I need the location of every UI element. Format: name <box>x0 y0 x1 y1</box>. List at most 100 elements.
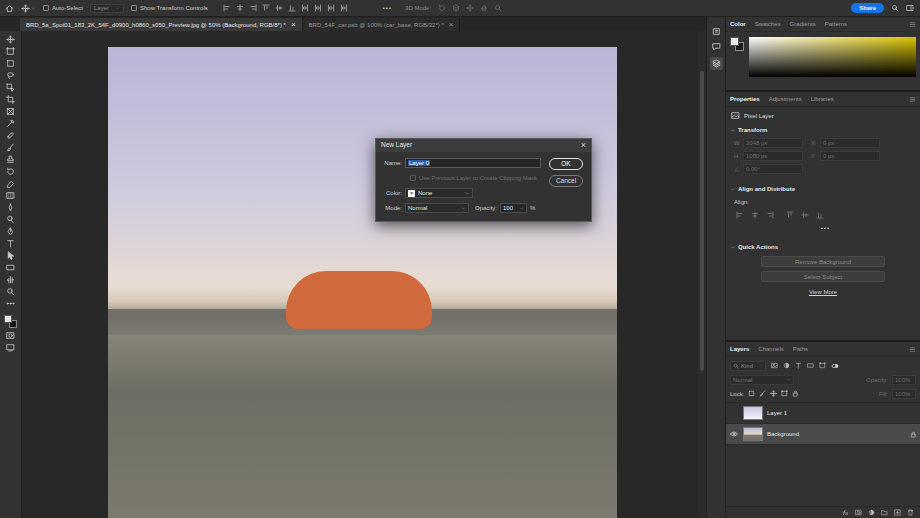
close-tab-button[interactable]: × <box>291 21 296 29</box>
close-tab-button[interactable]: × <box>449 21 454 29</box>
align-icon[interactable] <box>786 211 794 219</box>
scrollbar-thumb[interactable] <box>700 71 704 371</box>
vertical-scrollbar[interactable] <box>698 31 706 518</box>
checkbox[interactable] <box>43 5 49 11</box>
more-tools-icon[interactable] <box>6 299 15 308</box>
filter-rect-icon[interactable] <box>807 362 814 369</box>
chevron-down-icon[interactable] <box>730 128 735 133</box>
panel-tab[interactable]: Swatches <box>755 21 781 27</box>
3d-hand-icon[interactable] <box>480 4 488 12</box>
eraser-tool-icon[interactable] <box>6 179 15 188</box>
checkbox[interactable] <box>131 5 137 11</box>
more-options-button[interactable]: ••• <box>383 5 392 11</box>
history-panel-icon[interactable] <box>712 27 721 36</box>
layer-row[interactable]: Background <box>726 424 920 445</box>
comments-panel-icon[interactable] <box>712 42 721 51</box>
rectangle-tool-icon[interactable] <box>6 263 15 272</box>
foreground-color-swatch[interactable] <box>730 37 739 46</box>
filter-typet-icon[interactable] <box>795 362 802 369</box>
clone-stamp-tool-icon[interactable] <box>6 155 15 164</box>
layer-row[interactable]: Layer 1 <box>726 403 920 424</box>
tool-preset-picker[interactable] <box>21 4 36 13</box>
panel-menu-icon[interactable] <box>909 96 916 103</box>
layer-plus-icon[interactable] <box>894 509 901 516</box>
align-icon[interactable] <box>751 211 759 219</box>
object-selection-tool-icon[interactable] <box>6 83 15 92</box>
share-button[interactable]: Share <box>851 3 884 13</box>
lock-move-icon[interactable] <box>770 390 777 397</box>
cancel-button[interactable]: Cancel <box>549 175 583 187</box>
align-icon[interactable] <box>736 211 744 219</box>
panel-menu-icon[interactable] <box>909 21 916 28</box>
align-icon[interactable] <box>275 4 283 12</box>
panel-tab[interactable]: Color <box>730 21 746 27</box>
panel-tab[interactable]: Paths <box>793 346 808 352</box>
align-icon[interactable] <box>249 4 257 12</box>
panel-menu-icon[interactable] <box>909 346 916 353</box>
screen-mode-icon[interactable] <box>6 343 15 352</box>
3d-zoom-icon[interactable] <box>494 4 502 12</box>
3d-move-icon[interactable] <box>466 4 474 12</box>
filter-kind-dropdown[interactable]: Kind <box>730 361 766 371</box>
frame-tool-icon[interactable] <box>6 107 15 116</box>
panel-tab[interactable]: Channels <box>758 346 783 352</box>
crop-tool-icon[interactable] <box>6 95 15 104</box>
visibility-toggle[interactable] <box>729 429 739 439</box>
document-tab[interactable]: BRD_54F_car.psb @ 100% (car_base, RGB/32… <box>303 18 461 31</box>
layer-name[interactable]: Background <box>767 431 906 437</box>
align-icon[interactable] <box>766 211 774 219</box>
align-icon[interactable] <box>236 4 244 12</box>
marquee-tool-icon[interactable] <box>6 59 15 68</box>
artboard-tool-icon[interactable] <box>6 47 15 56</box>
3d-cube-icon[interactable] <box>452 4 460 12</box>
chevron-down-icon[interactable] <box>519 206 524 211</box>
foreground-color-swatch[interactable] <box>4 315 12 323</box>
history-brush-tool-icon[interactable] <box>6 167 15 176</box>
type-tool-icon[interactable] <box>6 239 15 248</box>
lock-lockpx-icon[interactable] <box>748 390 755 397</box>
chevron-down-icon[interactable] <box>730 245 735 250</box>
active-panel-button[interactable] <box>710 57 723 70</box>
align-icon[interactable] <box>801 211 809 219</box>
lock-brushlock-icon[interactable] <box>759 390 766 397</box>
layers-panel-icon[interactable] <box>712 59 721 68</box>
gradient-tool-icon[interactable] <box>6 191 15 200</box>
home-icon[interactable] <box>5 4 14 13</box>
healing-brush-tool-icon[interactable] <box>6 131 15 140</box>
panel-tab[interactable]: Gradients <box>790 21 816 27</box>
blur-tool-icon[interactable] <box>6 203 15 212</box>
chevron-down-icon[interactable] <box>730 187 735 192</box>
filter-adjust-icon[interactable] <box>783 362 790 369</box>
layer-fx-icon[interactable] <box>842 509 849 516</box>
close-dialog-button[interactable]: × <box>581 141 586 150</box>
color-swatches[interactable] <box>4 315 17 328</box>
align-section-header[interactable]: Align and Distribute <box>726 183 920 195</box>
panel-tab[interactable]: Adjustments <box>769 96 802 102</box>
distribute-icon[interactable] <box>327 4 335 12</box>
quick-mask-icon[interactable] <box>6 331 15 340</box>
lock-lock-icon[interactable] <box>792 390 799 397</box>
pen-tool-icon[interactable] <box>6 227 15 236</box>
layer-mask-icon[interactable] <box>855 509 862 516</box>
brush-tool-icon[interactable] <box>6 143 15 152</box>
dodge-tool-icon[interactable] <box>6 215 15 224</box>
distribute-icon[interactable] <box>314 4 322 12</box>
color-dropdown[interactable]: ×None <box>405 188 473 198</box>
filter-image-icon[interactable] <box>771 362 778 369</box>
ok-button[interactable]: OK <box>549 158 583 170</box>
panel-tab[interactable]: Libraries <box>811 96 834 102</box>
document-tab[interactable]: BRD_5a_Spot01_183_2K_54F_d0900_h0860_s05… <box>20 18 303 31</box>
workspace-icon[interactable] <box>906 4 914 12</box>
name-input[interactable]: Layer 0 <box>405 158 541 168</box>
filter-toggle-icon[interactable] <box>831 362 839 370</box>
filter-artboard-icon[interactable] <box>819 362 826 369</box>
layer-adjust-icon[interactable] <box>868 509 875 516</box>
quick-action-button[interactable]: Remove Background <box>761 256 885 267</box>
align-icon[interactable] <box>288 4 296 12</box>
layer-folder-icon[interactable] <box>881 509 888 516</box>
quick-action-button[interactable]: Select Subject <box>761 271 885 282</box>
move-tool-icon[interactable] <box>6 35 15 44</box>
align-icon[interactable] <box>816 211 824 219</box>
layer-trash-icon[interactable] <box>907 509 914 516</box>
lock-artboard-icon[interactable] <box>781 390 788 397</box>
